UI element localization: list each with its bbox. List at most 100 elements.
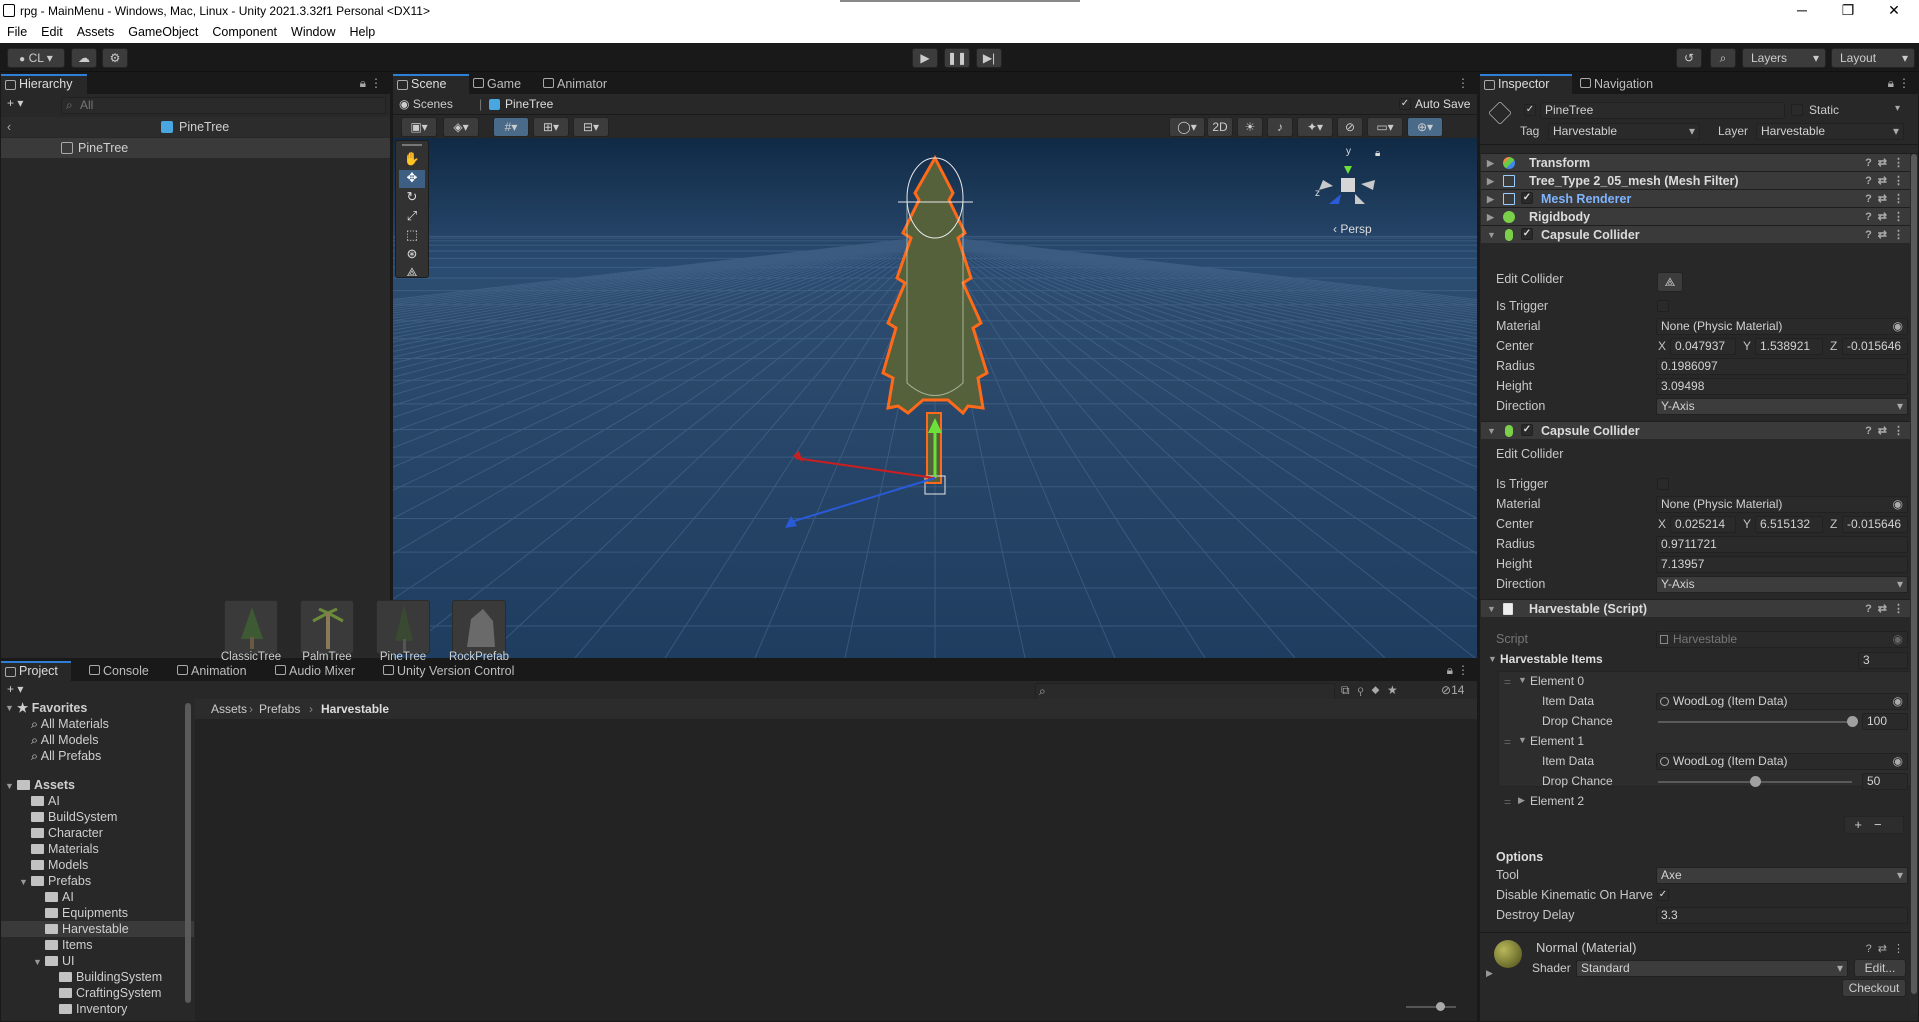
static-checkbox[interactable] [1791,104,1803,116]
material-2-field[interactable]: None (Physic Material) ◉ [1656,496,1908,513]
tab-scene[interactable]: Scene [393,74,469,94]
drop-chance-0-field[interactable]: 100 [1862,713,1908,730]
search-filter-icons[interactable]: ⧉⚲⬥★ [1341,683,1405,698]
lighting-icon[interactable]: ☀ [1237,117,1263,137]
kebab-menu-icon[interactable]: ⋮ [1457,76,1469,90]
mesh-filter-component-header[interactable]: ▶ Tree_Type 2_05_mesh (Mesh Filter) ?⇄⋮ [1481,171,1918,189]
asset-rockprefab[interactable] [452,600,506,654]
tab-version-control[interactable]: Unity Version Control [379,661,529,681]
element0-expand-icon[interactable]: ▼ [1518,675,1527,685]
tab-hierarchy[interactable]: Hierarchy [1,74,87,94]
palette-handle[interactable] [402,144,422,146]
x-axis-handle[interactable] [794,457,936,479]
tab-navigation[interactable]: Navigation [1576,74,1676,94]
tab-audio-mixer[interactable]: Audio Mixer [271,661,367,681]
object-picker-icon[interactable]: ◉ [1893,694,1903,709]
projection-toggle[interactable]: ‹ Persp [1333,222,1372,236]
component-header-icons[interactable]: ?⇄⋮ [1865,154,1910,172]
lock-icon[interactable]: 🔒︎ [1447,663,1453,678]
gizmo-neg-x-cone[interactable] [1319,180,1333,190]
drop-chance-0-slider[interactable] [1658,716,1858,727]
tool-dropdown[interactable]: Axe [1656,867,1908,884]
history-icon[interactable]: ↺ [1676,48,1702,68]
prefab-breadcrumb[interactable]: PineTree [505,97,553,111]
object-picker-icon[interactable]: ◉ [1893,754,1903,769]
orientation-gizmo[interactable] [1319,166,1375,204]
height-field[interactable]: 3.09498 [1656,378,1908,395]
menu-file[interactable]: File [0,22,34,39]
slider-thumb[interactable] [1750,776,1761,787]
layout-dropdown[interactable]: Layout ▾ [1831,48,1915,68]
radius-2-field[interactable]: 0.9711721 [1656,536,1908,553]
move-tool-icon[interactable]: ✥ [399,170,425,188]
breadcrumb-prefabs[interactable]: Prefabs [259,702,300,716]
hierarchy-item[interactable]: PineTree [1,138,390,158]
component-header-icons[interactable]: ?⇄⋮ [1865,208,1910,226]
active-checkbox[interactable]: ✓ [1524,104,1536,116]
fav-all-prefabs[interactable]: ⌕ All Prefabs [31,746,101,766]
search-icon[interactable]: ⌕ [1710,48,1736,68]
height-2-field[interactable]: 7.13957 [1656,556,1908,573]
drag-handle-icon[interactable]: = [1504,675,1511,689]
item1-field[interactable]: WoodLog (Item Data) ◉ [1656,753,1908,770]
gizmo-x-cone[interactable] [1361,180,1375,190]
material-expand-icon[interactable]: ▶ [1486,968,1493,979]
layer-dropdown[interactable]: Harvestable [1756,123,1904,140]
capsule-collider-2-checkbox[interactable]: ✓ [1521,424,1533,436]
mesh-renderer-component-header[interactable]: ▶ ✓ Mesh Renderer ?⇄⋮ [1481,189,1918,207]
menu-help[interactable]: Help [342,22,382,39]
center-z-field[interactable]: -0.015646 [1842,338,1908,355]
z-axis-handle[interactable] [790,477,936,523]
material-header-icons[interactable]: ?⇄⋮ [1866,942,1910,955]
kebab-menu-icon[interactable]: ⋮ [1898,76,1910,90]
asset-pinetree[interactable] [376,600,430,654]
hand-tool-icon[interactable]: ✋ [399,151,425,169]
component-header-icons[interactable]: ?⇄⋮ [1865,172,1910,190]
asset-classictree[interactable] [224,600,278,654]
pause-button[interactable]: ❚❚ [944,48,970,68]
gizmo-center-cube[interactable] [1341,178,1355,192]
scene-viewport[interactable]: y z 🔒︎ ‹ Persp ✋ ✥ ↻ ⤢ ⬚ ⊛ ⟁ [393,138,1477,658]
snap-increment-button[interactable]: ⊞▾ [533,117,569,137]
step-button[interactable]: ▶| [976,48,1002,68]
tree-scrollbar[interactable] [185,703,191,1003]
object-name-field[interactable]: PineTree [1540,102,1785,119]
kebab-menu-icon[interactable]: ⋮ [1457,663,1469,677]
menu-window[interactable]: Window [284,22,342,39]
shading-button[interactable]: ◈▾ [443,117,479,137]
direction-2-dropdown[interactable]: Y-Axis [1656,576,1908,593]
hidden-packages-toggle[interactable]: ⊘14 [1441,683,1464,697]
camera-button[interactable]: ▭▾ [1367,117,1403,137]
breadcrumb-assets[interactable]: Assets [211,702,247,716]
slider-thumb[interactable] [1847,716,1858,727]
gizmo-z-cone[interactable] [1329,194,1341,204]
rotate-tool-icon[interactable]: ↻ [399,189,425,207]
drag-handle-icon[interactable]: = [1504,795,1511,809]
capsule-collider-checkbox[interactable]: ✓ [1521,228,1533,240]
items-expand-icon[interactable]: ▼ [1488,654,1497,664]
harvestable-items-label[interactable]: Harvestable Items [1500,652,1603,666]
minimize-button[interactable]: ─ [1792,2,1812,18]
gizmo-y-cone[interactable] [1344,166,1352,174]
shader-dropdown[interactable]: Standard [1576,960,1848,977]
rigidbody-component-header[interactable]: ▶ Rigidbody ?⇄⋮ [1481,207,1918,225]
static-dropdown-icon[interactable]: ▾ [1895,103,1900,114]
center-x-field[interactable]: 0.047937 [1670,338,1736,355]
disable-kinematic-checkbox[interactable]: ✓ [1657,889,1669,901]
checkout-button[interactable]: Checkout [1842,979,1906,997]
audio-icon[interactable]: ♪ [1267,117,1293,137]
menu-assets[interactable]: Assets [70,22,122,39]
account-button[interactable]: ● CL ▾ [7,48,65,68]
edit-collider-button[interactable]: ⟁ [1657,272,1683,292]
edit-shader-button[interactable]: Edit... [1854,959,1906,977]
x-arrow-icon[interactable] [793,451,803,462]
lock-icon[interactable]: 🔒︎ [1888,76,1894,91]
breadcrumb-harvestable[interactable]: Harvestable [321,702,389,716]
gizmo-lock-icon[interactable]: 🔒︎ [1375,148,1380,159]
center-2-y-field[interactable]: 6.515132 [1755,516,1823,533]
layers-dropdown[interactable]: Layers ▾ [1742,48,1826,68]
folder-inventory[interactable]: Inventory [59,999,127,1019]
inspector-scrollbar[interactable] [1910,154,1918,1014]
back-arrow-icon[interactable]: ‹ [7,117,11,137]
transform-tool-icon[interactable]: ⊛ [399,246,425,264]
